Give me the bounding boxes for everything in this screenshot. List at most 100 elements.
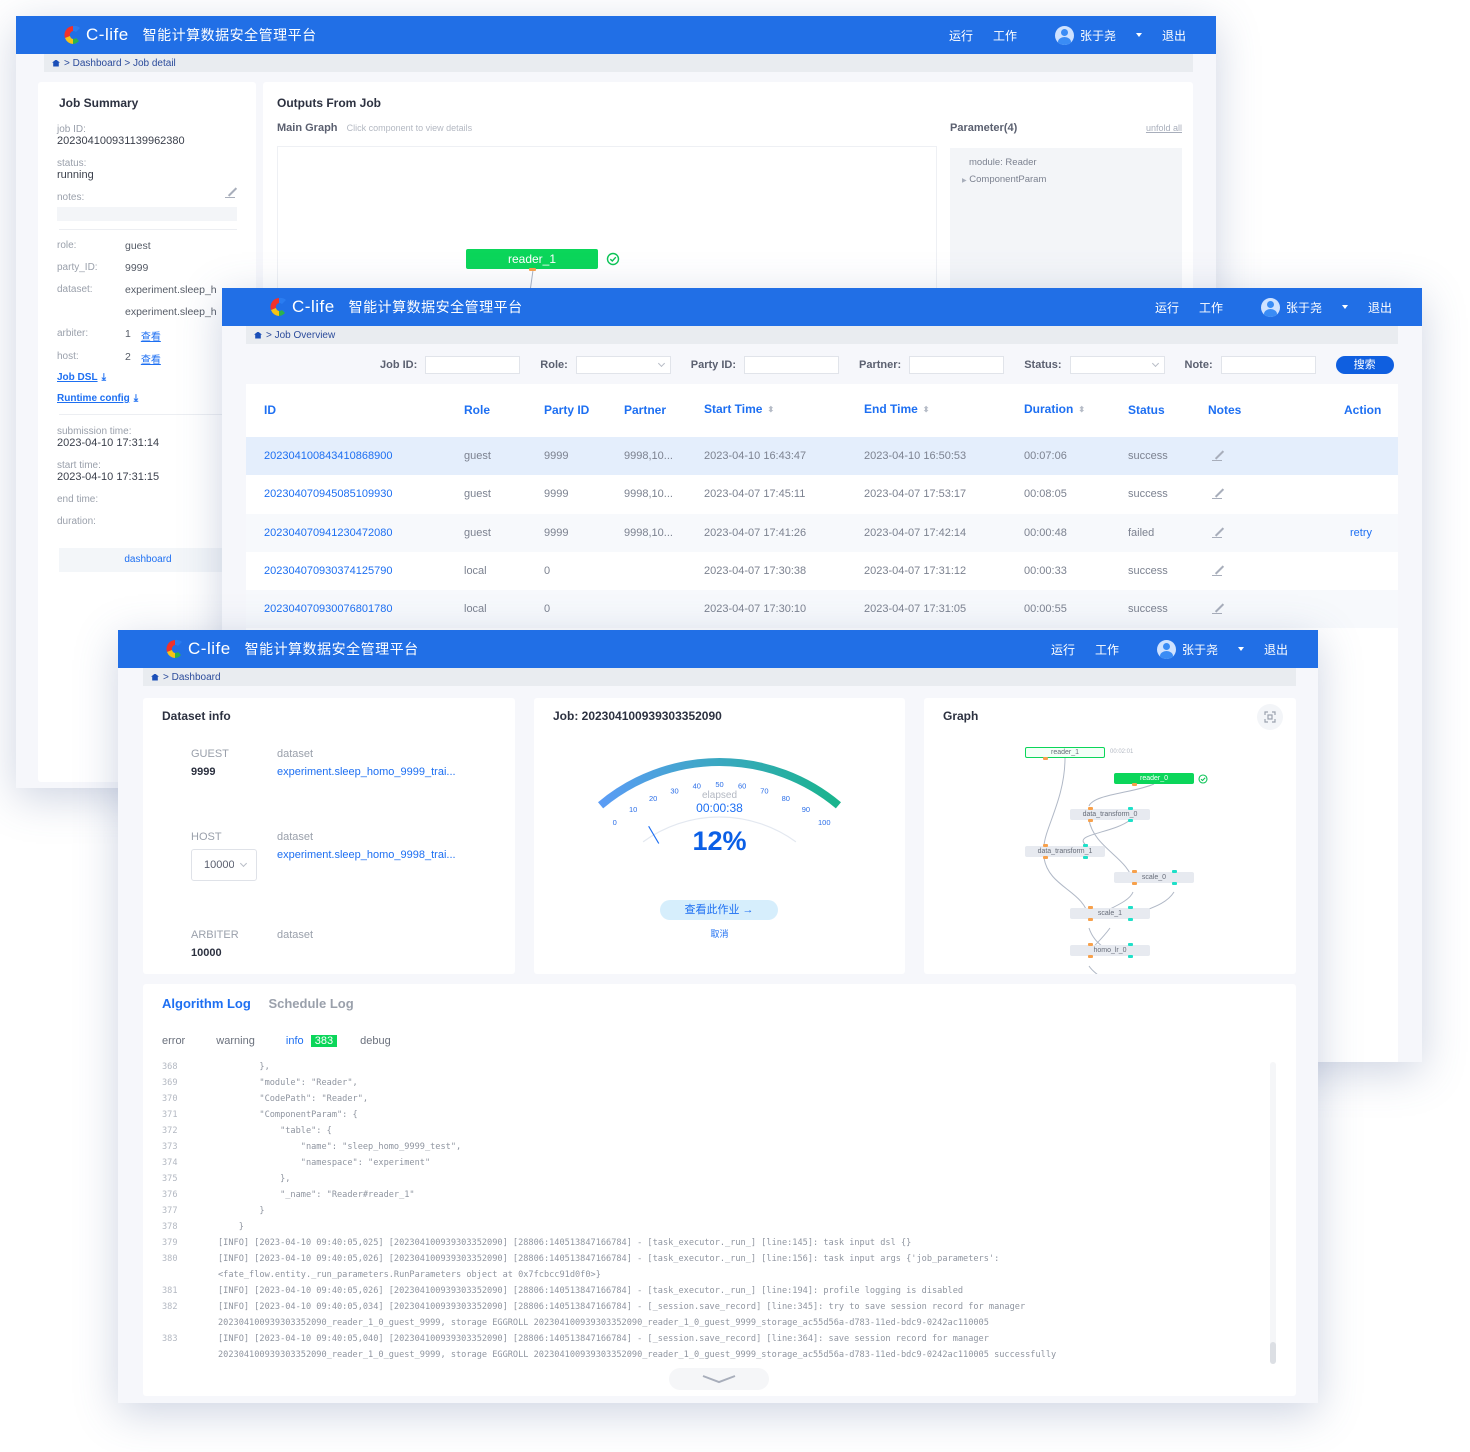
param-component-row[interactable]: ▶ ComponentParam bbox=[962, 174, 1046, 185]
logo[interactable]: C-life bbox=[268, 296, 335, 318]
edit-notes-icon[interactable] bbox=[225, 186, 237, 198]
cell-id[interactable]: 202304070945085109930 bbox=[264, 488, 392, 500]
log-line-text: [INFO] [2023-04-10 09:40:05,026] [202304… bbox=[218, 1254, 1000, 1264]
column-end-time[interactable]: End Time ⬍ bbox=[864, 402, 930, 416]
main-graph-label: Main Graph bbox=[277, 122, 338, 134]
caret-down-icon bbox=[1341, 305, 1348, 309]
level-warning[interactable]: warning bbox=[216, 1035, 255, 1047]
table-row[interactable]: 202304070930076801780 local 0 2023-04-07 17… bbox=[246, 590, 1398, 629]
log-scrollbar[interactable] bbox=[1270, 1062, 1276, 1364]
cell-id[interactable]: 202304100843410868900 bbox=[264, 450, 392, 462]
user-menu[interactable]: 张于尧 bbox=[1035, 25, 1142, 45]
sort-icon[interactable]: ⬍ bbox=[1078, 405, 1085, 414]
guest-dataset-link[interactable]: experiment.sleep_homo_9999_trai... bbox=[277, 766, 456, 778]
logo[interactable]: C-life bbox=[164, 638, 231, 660]
host-dataset-link[interactable]: experiment.sleep_homo_9998_trai... bbox=[277, 849, 456, 861]
edit-note-icon[interactable] bbox=[1212, 564, 1224, 576]
table-row[interactable]: 202304070941230472080 guest 9999 9998,10...… bbox=[246, 513, 1398, 552]
download-icon[interactable]: ⤓ bbox=[102, 372, 106, 383]
nav-work[interactable]: 工作 bbox=[1199, 299, 1223, 316]
filter-party-id-input[interactable] bbox=[744, 356, 840, 374]
graph-node-reader-1[interactable]: reader_1 bbox=[1025, 747, 1105, 758]
filter-role-select[interactable] bbox=[575, 356, 671, 374]
home-icon[interactable] bbox=[254, 331, 262, 339]
nav-logout[interactable]: 退出 bbox=[1162, 27, 1186, 44]
runtime-config-link[interactable]: Runtime config bbox=[57, 393, 130, 404]
table-row[interactable]: 202304100843410868900 guest 9999 9998,10...… bbox=[246, 437, 1398, 475]
host-select[interactable]: 10000 bbox=[191, 849, 257, 881]
home-icon[interactable] bbox=[151, 673, 159, 681]
dataset-value-1: experiment.sleep_h bbox=[125, 284, 217, 296]
level-info[interactable]: info bbox=[286, 1035, 304, 1047]
nav-logout[interactable]: 退出 bbox=[1264, 641, 1288, 658]
view-job-button[interactable]: 查看此作业 → bbox=[660, 900, 778, 920]
job-dsl-link[interactable]: Job DSL bbox=[57, 372, 98, 383]
edit-note-icon[interactable] bbox=[1212, 602, 1224, 615]
submission-time-value: 2023-04-10 17:31:14 bbox=[57, 437, 160, 449]
table-row[interactable]: 202304070930374125790 local 0 2023-04-07 17… bbox=[246, 551, 1398, 590]
filter-partner-input[interactable] bbox=[909, 356, 1005, 374]
graph-node-homo-lr-0[interactable]: homo_lr_0 bbox=[1070, 945, 1150, 956]
unfold-all-link[interactable]: unfold all bbox=[1146, 123, 1182, 133]
column-duration[interactable]: Duration ⬍ bbox=[1024, 402, 1085, 416]
table-row[interactable]: 202304070945085109930 guest 9999 9998,10...… bbox=[246, 475, 1398, 514]
nav-logout[interactable]: 退出 bbox=[1368, 299, 1392, 316]
user-menu[interactable]: 张于尧 bbox=[1137, 639, 1244, 659]
graph-node-data-transform-1[interactable]: data_transform_1 bbox=[1025, 846, 1105, 857]
nav-run[interactable]: 运行 bbox=[949, 27, 973, 44]
notes-field[interactable] bbox=[57, 207, 237, 221]
graph-node-data-transform-0[interactable]: data_transform_0 bbox=[1070, 809, 1150, 820]
graph-edges bbox=[1043, 757, 1175, 974]
download-icon[interactable]: ⤓ bbox=[134, 393, 138, 404]
user-name: 张于尧 bbox=[1181, 642, 1218, 657]
guest-id: 9999 bbox=[191, 766, 216, 778]
dashboard-button[interactable]: dashboard bbox=[59, 548, 237, 572]
log-scrollbar-thumb[interactable] bbox=[1270, 1342, 1276, 1364]
sort-icon[interactable]: ⬍ bbox=[923, 405, 930, 414]
graph-node-scale-0[interactable]: scale_0 bbox=[1114, 872, 1194, 883]
logo[interactable]: C-life bbox=[62, 24, 129, 46]
filter-job-id-input[interactable] bbox=[425, 356, 521, 374]
filter-status-select[interactable] bbox=[1069, 356, 1165, 374]
graph-node-reader-0[interactable]: reader_0 bbox=[1114, 773, 1194, 784]
log-card: Algorithm Log Schedule Log error warning… bbox=[143, 984, 1296, 1396]
column-action: Action bbox=[1344, 403, 1382, 417]
user-menu[interactable]: 张于尧 bbox=[1241, 297, 1348, 317]
cell-id[interactable]: 202304070930374125790 bbox=[264, 565, 392, 577]
nav-run[interactable]: 运行 bbox=[1155, 299, 1179, 316]
edit-note-icon[interactable] bbox=[1212, 449, 1224, 461]
nav-work[interactable]: 工作 bbox=[1095, 641, 1119, 658]
nav-work[interactable]: 工作 bbox=[993, 27, 1017, 44]
graph-node-scale-1[interactable]: scale_1 bbox=[1070, 908, 1150, 919]
host-view-link[interactable]: 查看 bbox=[141, 351, 161, 366]
sort-icon[interactable]: ⬍ bbox=[767, 405, 774, 414]
cell-party-id: 9999 bbox=[544, 488, 569, 501]
elapsed-value: 00:00:38 bbox=[696, 801, 743, 815]
scroll-down-button[interactable] bbox=[669, 1368, 769, 1390]
edit-note-icon[interactable] bbox=[1212, 487, 1224, 500]
cancel-link[interactable]: 取消 bbox=[534, 927, 905, 940]
level-error[interactable]: error bbox=[162, 1035, 185, 1047]
retry-link[interactable]: retry bbox=[1350, 527, 1372, 539]
job-progress-card: Job: 202304100939303352090 0 10 20 30 40 50 60… bbox=[534, 698, 905, 974]
tab-algorithm-log[interactable]: Algorithm Log bbox=[162, 996, 251, 1011]
log-content[interactable]: 368 }, 369 "module": "Reader", 370 "CodePa… bbox=[162, 1062, 1262, 1362]
filter-note-input[interactable] bbox=[1220, 356, 1316, 374]
cell-duration: 00:00:48 bbox=[1024, 526, 1067, 539]
app-title: 智能计算数据安全管理平台 bbox=[348, 299, 523, 315]
nav-run[interactable]: 运行 bbox=[1051, 641, 1075, 658]
breadcrumb-dashboard[interactable]: Dashboard bbox=[73, 58, 122, 69]
cell-status: failed bbox=[1128, 526, 1155, 539]
arbiter-view-link[interactable]: 查看 bbox=[141, 328, 161, 343]
port bbox=[1128, 918, 1133, 921]
graph-node-reader-1[interactable]: reader_1 bbox=[466, 249, 598, 269]
level-debug[interactable]: debug bbox=[360, 1035, 391, 1047]
log-line-number: 374 bbox=[162, 1158, 178, 1168]
column-start-time[interactable]: Start Time ⬍ bbox=[704, 402, 774, 416]
home-icon[interactable] bbox=[52, 59, 60, 67]
tab-schedule-log[interactable]: Schedule Log bbox=[268, 996, 353, 1011]
cell-id[interactable]: 202304070930076801780 bbox=[264, 603, 392, 615]
search-button[interactable]: 搜索 bbox=[1335, 356, 1394, 374]
edit-note-icon[interactable] bbox=[1212, 526, 1224, 538]
cell-id[interactable]: 202304070941230472080 bbox=[264, 527, 392, 539]
